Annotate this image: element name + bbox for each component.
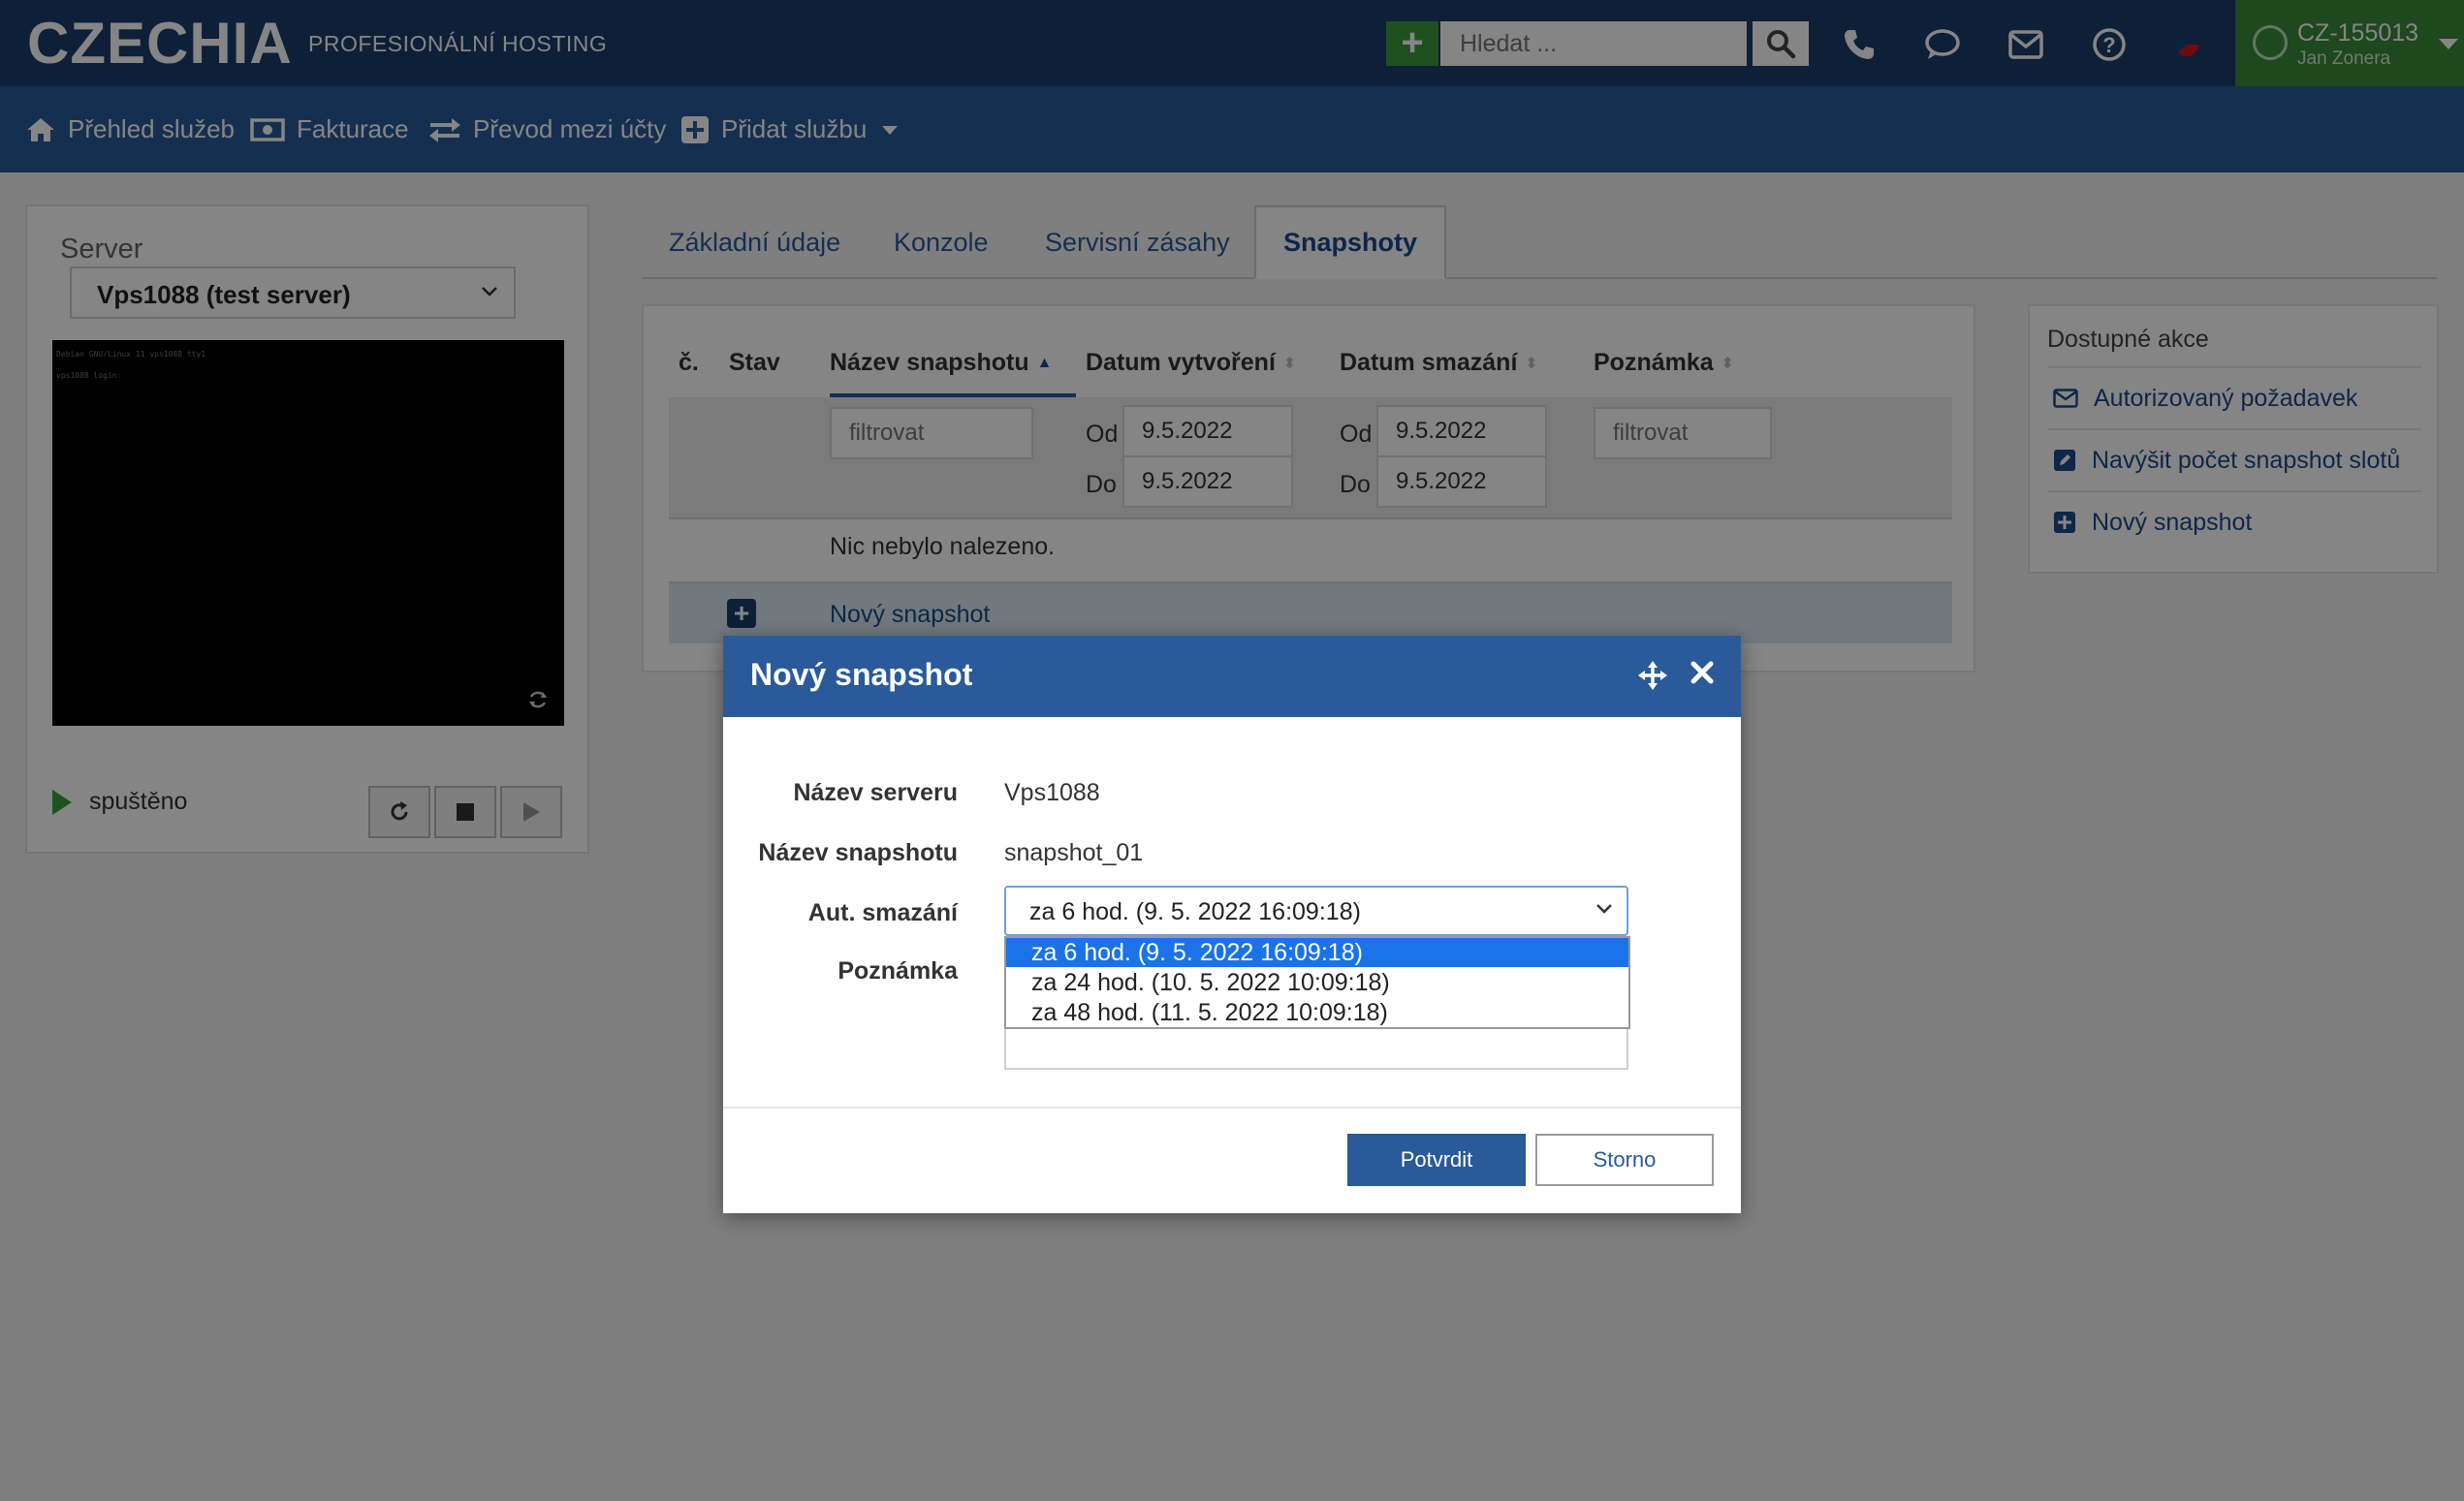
auto-delete-option[interactable]: za 6 hod. (9. 5. 2022 16:09:18) [1006, 938, 1628, 967]
note-label: Poznámka [837, 957, 958, 985]
cancel-button[interactable]: Storno [1535, 1134, 1714, 1186]
auto-delete-option[interactable]: za 48 hod. (11. 5. 2022 10:09:18) [1006, 998, 1628, 1027]
auto-delete-options-list: za 6 hod. (9. 5. 2022 16:09:18) za 24 ho… [1004, 936, 1630, 1029]
new-snapshot-dialog: Nový snapshot Název serveru Vps1088 Náze… [723, 636, 1741, 1213]
server-name-value: Vps1088 [1004, 779, 1100, 806]
auto-delete-option[interactable]: za 24 hod. (10. 5. 2022 10:09:18) [1006, 968, 1628, 997]
chevron-down-icon [1596, 904, 1612, 914]
dialog-title: Nový snapshot [750, 657, 973, 692]
snapshot-name-label: Název snapshotu [758, 839, 958, 866]
auto-delete-select[interactable]: za 6 hod. (9. 5. 2022 16:09:18) [1004, 886, 1628, 936]
dialog-footer-divider [723, 1107, 1741, 1109]
server-name-label: Název serveru [793, 779, 958, 806]
snapshot-name-value: snapshot_01 [1004, 839, 1144, 866]
auto-delete-label: Aut. smazání [807, 899, 958, 926]
move-icon[interactable] [1638, 661, 1667, 690]
confirm-button[interactable]: Potvrdit [1347, 1134, 1526, 1186]
close-icon[interactable] [1689, 659, 1716, 686]
dialog-header[interactable]: Nový snapshot [723, 636, 1741, 717]
auto-delete-select-value: za 6 hod. (9. 5. 2022 16:09:18) [1029, 898, 1361, 925]
